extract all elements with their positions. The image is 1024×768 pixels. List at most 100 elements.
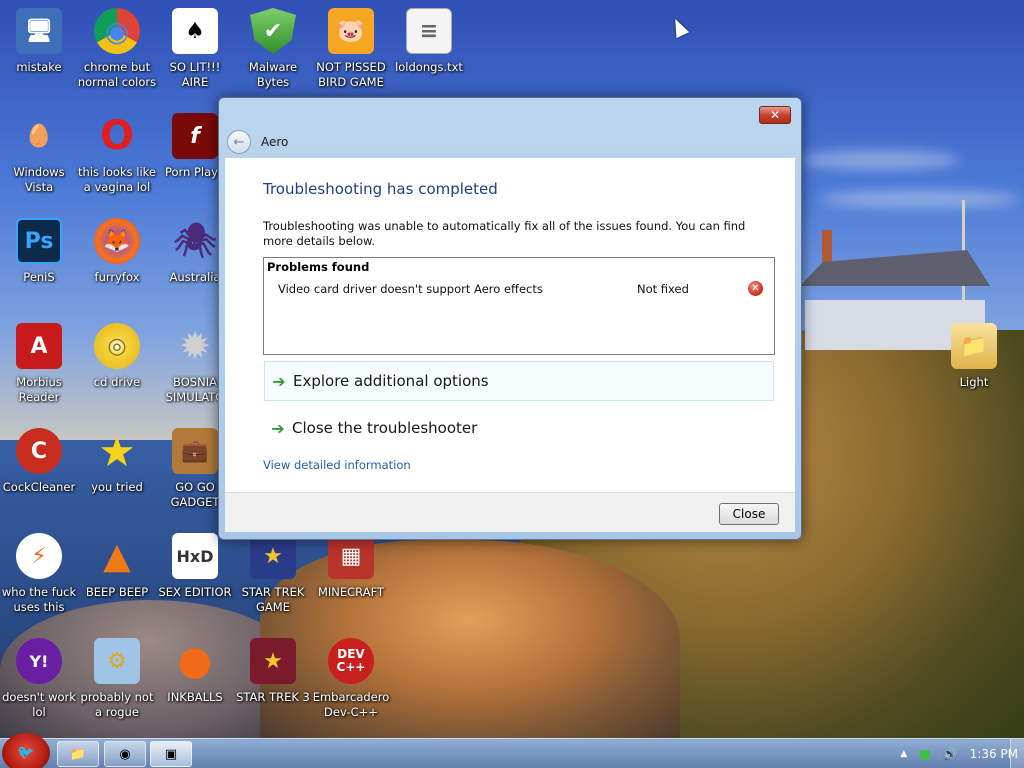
icon-label: probably not a rogue bbox=[80, 690, 154, 719]
icon-label: MINECRAFT bbox=[317, 585, 385, 599]
icon-label: Malware Bytes bbox=[248, 60, 298, 89]
text-file-icon: ≡ bbox=[406, 8, 452, 54]
desktop-icon-minecraft[interactable]: ▦ MINECRAFT bbox=[311, 533, 391, 600]
green-arrow-icon: ➔ bbox=[272, 371, 286, 391]
briefcase-icon: 💼 bbox=[172, 428, 218, 474]
icon-label: Embarcadero Dev-C++ bbox=[312, 690, 390, 719]
desktop-icon-loldongs-txt[interactable]: ≡ loldongs.txt bbox=[389, 8, 469, 75]
icon-label: Morbius Reader bbox=[16, 375, 62, 404]
icon-label: Light bbox=[959, 375, 989, 389]
icon-label: doesn't work lol bbox=[2, 690, 76, 719]
desktop-icon-opera[interactable]: O this looks like a vagina lol bbox=[77, 113, 157, 195]
result-description: Troubleshooting was unable to automatica… bbox=[263, 219, 746, 248]
desktop-icon-inkballs[interactable]: ● INKBALLS bbox=[155, 638, 235, 705]
desktop-icon-cockcleaner[interactable]: C CockCleaner bbox=[0, 428, 79, 495]
option-label: Explore additional options bbox=[293, 372, 489, 390]
icon-label: NOT PISSED BIRD GAME bbox=[316, 60, 386, 89]
star-icon: ★ bbox=[98, 426, 136, 476]
desktop-icon-morbius-reader[interactable]: A Morbius Reader bbox=[0, 323, 79, 405]
network-icon[interactable]: ■ bbox=[919, 747, 930, 761]
problem-status: Not fixed bbox=[637, 282, 689, 296]
devcpp-icon: DEV C++ bbox=[328, 638, 374, 684]
gear-monitor-icon: ⚙ bbox=[94, 638, 140, 684]
desktop-icon-you-tried[interactable]: ★ you tried bbox=[77, 428, 157, 495]
icon-label: chrome but normal colors bbox=[77, 60, 157, 89]
icon-label: Windows Vista bbox=[13, 165, 65, 194]
problems-header: Problems found bbox=[267, 260, 370, 274]
problems-list: Problems found Video card driver doesn't… bbox=[263, 257, 775, 355]
icon-label: PeniS bbox=[23, 270, 55, 284]
icon-label: CockCleaner bbox=[2, 480, 76, 494]
icon-label: cd drive bbox=[93, 375, 141, 389]
photoshop-icon: Ps bbox=[16, 218, 62, 264]
desktop-icon-dev-cpp[interactable]: DEV C++ Embarcadero Dev-C++ bbox=[311, 638, 391, 720]
icon-label: loldongs.txt bbox=[395, 60, 463, 74]
close-troubleshooter-link[interactable]: ➔ Close the troubleshooter bbox=[264, 408, 774, 448]
desktop-icon-windows-vista[interactable]: 🥚 Windows Vista bbox=[0, 113, 79, 195]
window-title: Aero bbox=[261, 135, 289, 149]
taskbar-explorer-button[interactable]: 📁 bbox=[57, 741, 99, 767]
desktop-icon-who-uses-this[interactable]: ⚡ who the fuck uses this bbox=[0, 533, 79, 615]
taskbar-chrome-button[interactable]: ◉ bbox=[104, 741, 146, 767]
window-close-button[interactable]: ✕ bbox=[759, 106, 791, 124]
icon-label: BEEP BEEP bbox=[85, 585, 149, 599]
show-desktop-button[interactable] bbox=[1010, 739, 1024, 768]
desktop-icon-star-trek-3[interactable]: ★ STAR TREK 3 bbox=[233, 638, 313, 705]
shield-icon: ✔ bbox=[250, 8, 296, 54]
view-detailed-info-link[interactable]: View detailed information bbox=[263, 458, 411, 472]
inkball-icon: ● bbox=[177, 637, 213, 684]
icon-label: STAR TREK GAME bbox=[241, 585, 305, 614]
spider-icon: 🕷 bbox=[173, 220, 217, 261]
taskbar: 🐦 📁 ◉ ▣ ▲ ■ 🔊 1:36 PM bbox=[0, 733, 1024, 768]
explore-options-link[interactable]: ➔ Explore additional options bbox=[264, 361, 774, 401]
page-heading: Troubleshooting has completed bbox=[263, 180, 498, 198]
flash-icon: f bbox=[172, 113, 218, 159]
volume-icon[interactable]: 🔊 bbox=[943, 747, 958, 761]
error-icon: ✕ bbox=[748, 281, 763, 296]
icon-label: SEX EDITIOR bbox=[158, 585, 232, 599]
dialog-footer: Close bbox=[225, 492, 795, 532]
desktop-icon-doesnt-work[interactable]: Y! doesn't work lol bbox=[0, 638, 79, 720]
desktop-icon-probably-not-a-rogue[interactable]: ⚙ probably not a rogue bbox=[77, 638, 157, 720]
card-icon: ♠ bbox=[172, 8, 218, 54]
show-hidden-icons-icon[interactable]: ▲ bbox=[900, 749, 907, 759]
lightning-icon: ⚡ bbox=[16, 533, 62, 579]
egg-icon: 🥚 bbox=[25, 123, 53, 149]
icon-label: INKBALLS bbox=[167, 690, 223, 704]
chrome-icon: ◉ bbox=[94, 8, 140, 54]
desktop-icon-malwarebytes[interactable]: ✔ Malware Bytes bbox=[233, 8, 313, 90]
star-trek-icon: ★ bbox=[250, 638, 296, 684]
start-button[interactable]: 🐦 bbox=[2, 733, 50, 768]
desktop-icon-light[interactable]: 📁 Light bbox=[934, 323, 1014, 390]
desktop-icon-cd-drive[interactable]: ◎ cd drive bbox=[77, 323, 157, 390]
desktop-icon-so-lit-aire[interactable]: ♠ SO LIT!!! AIRE bbox=[155, 8, 235, 90]
close-button[interactable]: Close bbox=[719, 503, 779, 525]
taskbar-troubleshooter-button[interactable]: ▣ bbox=[150, 741, 192, 767]
desktop-icon-mistake[interactable]: 🖥 mistake bbox=[0, 8, 79, 75]
desktop-icon-furryfox[interactable]: 🦊 furryfox bbox=[77, 218, 157, 285]
green-arrow-icon: ➔ bbox=[271, 418, 285, 438]
desktop-icon-sex-editior[interactable]: HxD SEX EDITIOR bbox=[155, 533, 235, 600]
yahoo-messenger-icon: Y! bbox=[16, 638, 62, 684]
icon-label: you tried bbox=[91, 480, 143, 494]
dialog-content: Troubleshooting has completed Troublesho… bbox=[225, 158, 795, 492]
hxd-icon: HxD bbox=[172, 533, 218, 579]
computer-icon: 🖥 bbox=[16, 8, 62, 54]
icon-label: mistake bbox=[16, 60, 62, 74]
back-arrow-icon[interactable]: ← bbox=[227, 130, 251, 154]
desktop-icon-beep-beep[interactable]: ▲ BEEP BEEP bbox=[77, 533, 157, 600]
icon-label: furryfox bbox=[94, 270, 140, 284]
desktop-icon-not-pissed-bird-game[interactable]: 🐷 NOT PISSED BIRD GAME bbox=[311, 8, 391, 90]
opera-icon: O bbox=[99, 112, 134, 159]
desktop-icon-penis[interactable]: Ps PeniS bbox=[0, 218, 79, 285]
desktop-icon-star-trek-game[interactable]: ★ STAR TREK GAME bbox=[233, 533, 313, 615]
desktop-icon-chrome[interactable]: ◉ chrome but normal colors bbox=[77, 8, 157, 90]
icon-label: SO LIT!!! AIRE bbox=[169, 60, 221, 89]
option-label: Close the troubleshooter bbox=[292, 419, 478, 437]
troubleshooter-window: ✕ ← Aero Troubleshooting has completed T… bbox=[218, 97, 802, 540]
system-tray: ▲ ■ 🔊 1:36 PM bbox=[894, 739, 1024, 768]
folder-icon: 📁 bbox=[951, 323, 997, 369]
cloud bbox=[800, 150, 960, 170]
firefox-icon: 🦊 bbox=[94, 218, 140, 264]
pig-icon: 🐷 bbox=[328, 8, 374, 54]
